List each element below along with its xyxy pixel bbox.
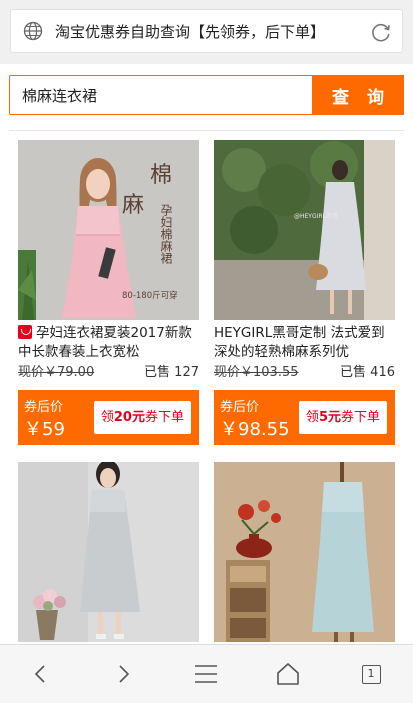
search-button[interactable]: 查 询 (312, 75, 404, 115)
product-image[interactable]: @HEYGIRL黑哥 (214, 140, 395, 320)
sold-count: 已售 416 (340, 365, 395, 380)
image-caption: 孕妇棉麻裙 (159, 204, 173, 265)
reload-icon[interactable] (370, 21, 392, 43)
search-bar: 查 询 (9, 75, 404, 115)
search-input[interactable] (10, 76, 312, 114)
menu-button[interactable] (165, 645, 247, 703)
original-price: 现价￥103.55 (214, 365, 299, 380)
image-caption: 麻 (122, 193, 144, 218)
product-card[interactable]: @HEYGIRL黑哥 HEYGIRL黑哥定制 法式爱到深处的轻熟棉麻系列优 现价… (214, 140, 395, 445)
product-meta: 现价￥79.00 已售 127 (18, 362, 199, 384)
back-button[interactable] (0, 645, 82, 703)
coupon-prefix: 领 (100, 410, 114, 425)
sold-count: 已售 127 (144, 365, 199, 380)
tmall-badge-icon (18, 325, 32, 339)
forward-button[interactable] (82, 645, 164, 703)
forward-icon (119, 665, 130, 683)
product-card[interactable]: 棉 麻 孕妇棉麻裙 80-180斤可穿 孕妇连衣裙夏装2017新款中长款春装上衣… (18, 140, 199, 445)
address-bar[interactable]: 淘宝优惠券自助查询【先领券，后下单】 (10, 9, 403, 53)
browser-top-bar: 淘宝优惠券自助查询【先领券，后下单】 (0, 0, 413, 64)
coupon-suffix: 券下单 (340, 410, 380, 425)
image-caption: 棉 (150, 163, 172, 188)
product-image[interactable] (214, 462, 395, 642)
price-box: 券后价 ￥59 领20元券下单 (18, 390, 199, 445)
get-coupon-button[interactable]: 领20元券下单 (93, 401, 191, 434)
after-coupon-label: 券后价 (220, 400, 260, 415)
product-title-text: 孕妇连衣裙夏装2017新款中长款春装上衣宽松 (18, 325, 192, 360)
globe-icon (23, 21, 43, 41)
coupon-suffix: 券下单 (144, 410, 184, 425)
product-card[interactable] (214, 462, 395, 642)
original-price: 现价￥79.00 (18, 365, 95, 380)
page-title: 淘宝优惠券自助查询【先领券，后下单】 (55, 23, 326, 41)
product-meta: 现价￥103.55 已售 416 (214, 362, 395, 384)
product-image[interactable] (18, 462, 199, 642)
product-title-text: HEYGIRL黑哥定制 法式爱到深处的轻熟棉麻系列优 (214, 325, 385, 360)
after-coupon-label: 券后价 (24, 400, 64, 415)
image-caption: 80-180斤可穿 (122, 290, 178, 301)
product-title[interactable]: HEYGIRL黑哥定制 法式爱到深处的轻熟棉麻系列优 (214, 324, 395, 362)
coupon-amount: 20元 (113, 410, 145, 425)
coupon-amount: 5元 (318, 410, 341, 425)
menu-icon (195, 665, 217, 683)
back-icon (34, 665, 45, 683)
home-icon (277, 663, 299, 685)
product-title[interactable]: 孕妇连衣裙夏装2017新款中长款春装上衣宽松 (18, 324, 199, 362)
tab-count: 1 (361, 664, 381, 684)
browser-bottom-bar: 1 (0, 644, 413, 703)
image-watermark: @HEYGIRL黑哥 (294, 213, 338, 220)
price-box: 券后价 ￥98.55 领5元券下单 (214, 390, 395, 445)
product-image[interactable]: 棉 麻 孕妇棉麻裙 80-180斤可穿 (18, 140, 199, 320)
tabs-button[interactable]: 1 (330, 645, 412, 703)
after-coupon-price: ￥98.55 (220, 419, 290, 440)
product-card[interactable] (18, 462, 199, 642)
get-coupon-button[interactable]: 领5元券下单 (298, 401, 387, 434)
coupon-prefix: 领 (305, 410, 319, 425)
home-button[interactable] (247, 645, 329, 703)
divider (9, 130, 404, 131)
after-coupon-price: ￥59 (24, 419, 65, 440)
